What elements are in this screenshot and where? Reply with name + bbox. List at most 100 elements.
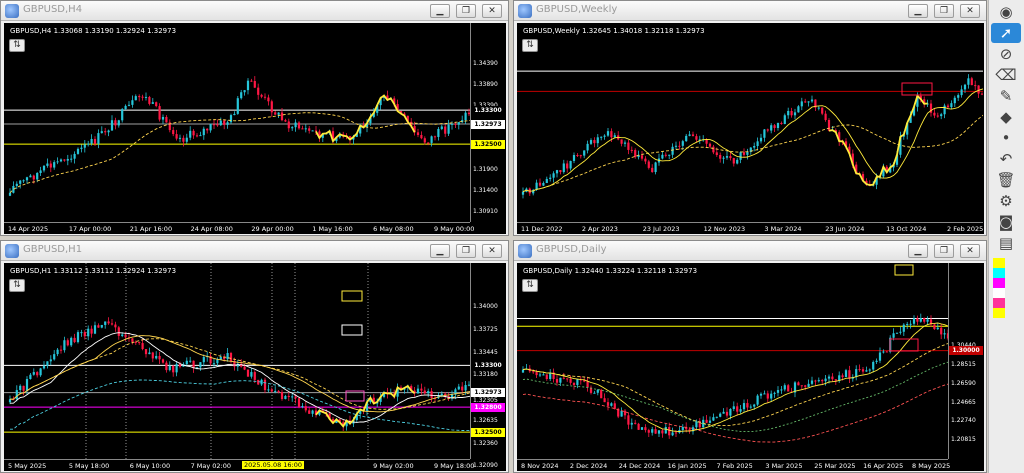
crosshair-icon[interactable]: ⊘ (991, 44, 1021, 64)
candle-bull (521, 369, 525, 373)
candle-bull (753, 146, 756, 148)
candle-bull (739, 409, 742, 412)
candle-bear (141, 96, 144, 98)
cursor-icon[interactable]: ➚ (991, 23, 1021, 43)
candle-bull (538, 374, 542, 376)
time-axis[interactable]: 11 Dec 2022 2 Apr 2023 23 Jul 2023 12 Nov 2… (517, 222, 983, 234)
color-swatch[interactable] (993, 288, 1005, 298)
color-swatch[interactable] (993, 298, 1005, 308)
restore-button[interactable]: ❐ (456, 4, 476, 18)
moving-average-line (522, 322, 948, 432)
candle-bear (742, 152, 746, 155)
candle-bear (603, 398, 606, 403)
candle-bear (229, 353, 233, 362)
price-chart[interactable] (517, 263, 948, 459)
time-axis[interactable]: 8 Nov 2024 2 Dec 2024 24 Dec 2024 16 Jan 20… (517, 459, 950, 471)
chart-canvas[interactable]: GBPUSD,Weekly 1.32645 1.34018 1.32118 1.… (517, 23, 984, 234)
candle-bull (121, 109, 124, 121)
candle-bull (855, 369, 858, 377)
candle-bull (284, 395, 287, 400)
chart-window-icon (518, 244, 532, 258)
undo-icon[interactable]: ↶ (991, 149, 1021, 169)
chart-window-gbpusd-h4[interactable]: GBPUSD,H4 ▁ ❐ ✕ GBPUSD,H4 1.33068 1.3319… (0, 0, 509, 236)
candle-bull (100, 131, 103, 134)
chart-canvas[interactable]: GBPUSD,H1 1.33112 1.33112 1.32924 1.3297… (4, 263, 506, 471)
minimize-button[interactable]: ▁ (908, 244, 928, 258)
candle-bull (121, 334, 124, 336)
candle-bull (950, 103, 953, 108)
price-scale[interactable]: 1.304401.285151.265901.246651.227401.208… (948, 263, 984, 459)
eye-icon[interactable]: ◉ (991, 2, 1021, 22)
dot-icon[interactable]: • (991, 128, 1021, 148)
eraser-icon[interactable]: ⌫ (991, 65, 1021, 85)
restore-button[interactable]: ❐ (934, 4, 954, 18)
color-swatch[interactable] (993, 268, 1005, 278)
chart-window-gbpusd-daily[interactable]: GBPUSD,Daily ▁ ❐ ✕ GBPUSD,Daily 1.32440 … (513, 240, 987, 473)
chart-window-gbpusd-weekly[interactable]: GBPUSD,Weekly ▁ ❐ ✕ GBPUSD,Weekly 1.3264… (513, 0, 987, 236)
pencil-icon[interactable]: ✎ (991, 86, 1021, 106)
trash-icon[interactable]: 🗑 (991, 170, 1021, 190)
moving-average-line (522, 383, 948, 443)
price-chart[interactable] (4, 263, 470, 459)
template-icon[interactable]: ▤ (991, 233, 1021, 253)
time-axis[interactable]: 14 Apr 2025 17 Apr 00:00 21 Apr 16:00 24 Ap… (4, 222, 474, 234)
close-button[interactable]: ✕ (960, 4, 980, 18)
candle-bear (606, 402, 610, 406)
candle-bear (780, 122, 783, 124)
candle-bull (464, 112, 467, 121)
price-scale[interactable]: 1.34000 1.33725 1.33445 1.33180 1.32305 1.326… (470, 263, 506, 469)
chart-window-gbpusd-h1[interactable]: GBPUSD,H1 ▁ ❐ ✕ GBPUSD,H1 1.33112 1.3311… (0, 240, 509, 473)
close-button[interactable]: ✕ (482, 4, 502, 18)
robot-icon[interactable]: ⚙ (991, 191, 1021, 211)
candle-bull (457, 386, 460, 390)
one-click-trading-button[interactable]: ⇅ (522, 39, 538, 52)
one-click-trading-button[interactable]: ⇅ (9, 39, 25, 52)
time-tick-label: 25 Mar 2025 (814, 462, 856, 470)
candle-bear (260, 94, 263, 97)
minimize-button[interactable]: ▁ (908, 4, 928, 18)
candle-bull (542, 182, 545, 186)
time-axis[interactable]: 5 May 2025 5 May 18:00 6 May 10:00 7 May 02… (4, 459, 474, 471)
candle-bear (804, 101, 807, 103)
candle-bull (19, 180, 22, 184)
one-click-trading-button[interactable]: ⇅ (522, 279, 538, 292)
candle-bull (868, 369, 871, 371)
candle-bull (464, 385, 467, 391)
color-swatch[interactable] (993, 278, 1005, 288)
candle-bull (681, 426, 684, 431)
price-tick-label: 1.28515 (951, 361, 976, 369)
candle-bear (423, 138, 426, 143)
color-swatch[interactable] (993, 258, 1005, 268)
price-scale[interactable]: 1.343901.338901.333901.329001.324001.319… (470, 23, 506, 222)
price-tick-label: 1.32360 (473, 439, 498, 447)
candle-bull (151, 102, 154, 104)
restore-button[interactable]: ❐ (934, 244, 954, 258)
window-titlebar[interactable]: GBPUSD,Weekly ▁ ❐ ✕ (514, 1, 986, 21)
window-titlebar[interactable]: GBPUSD,Daily ▁ ❐ ✕ (514, 241, 986, 261)
one-click-trading-button[interactable]: ⇅ (9, 279, 25, 292)
candle-bull (427, 391, 430, 394)
window-titlebar[interactable]: GBPUSD,H4 ▁ ❐ ✕ (1, 1, 508, 21)
price-chart[interactable] (4, 23, 470, 222)
candle-bear (712, 146, 715, 153)
candle-bull (70, 337, 73, 346)
chart-canvas[interactable]: GBPUSD,Daily 1.32440 1.33224 1.32118 1.3… (517, 263, 984, 471)
candle-bull (960, 89, 963, 96)
chart-canvas[interactable]: GBPUSD,H4 1.33068 1.33190 1.32924 1.3297… (4, 23, 506, 234)
restore-button[interactable]: ❐ (456, 244, 476, 258)
minimize-button[interactable]: ▁ (430, 244, 450, 258)
candle-bull (787, 110, 790, 116)
window-title: GBPUSD,Weekly (536, 4, 618, 15)
price-chart[interactable] (517, 23, 983, 222)
close-button[interactable]: ✕ (482, 244, 502, 258)
color-swatch[interactable] (993, 308, 1005, 318)
candle-bull (596, 137, 599, 144)
camera-icon[interactable]: ◙ (991, 212, 1021, 232)
window-titlebar[interactable]: GBPUSD,H1 ▁ ❐ ✕ (1, 241, 508, 261)
candle-bear (83, 332, 86, 337)
candle-bull (63, 340, 66, 351)
ruler-icon[interactable]: ◆ (991, 107, 1021, 127)
close-button[interactable]: ✕ (960, 244, 980, 258)
minimize-button[interactable]: ▁ (430, 4, 450, 18)
candle-bear (729, 156, 732, 159)
